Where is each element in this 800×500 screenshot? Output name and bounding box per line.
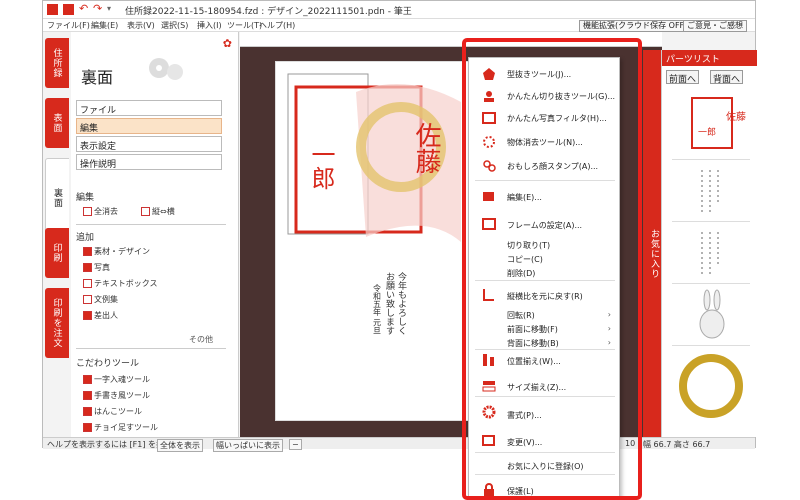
sample-text-icon xyxy=(83,295,92,304)
menu-select[interactable]: 選択(S) xyxy=(161,20,188,31)
add-sender-button[interactable]: 差出人 xyxy=(83,310,118,321)
svg-text:佐藤: 佐藤 xyxy=(411,122,441,174)
menu-edit[interactable]: 編集(E) xyxy=(91,20,118,31)
brush-icon xyxy=(83,375,92,384)
fit-width-button[interactable]: 幅いっぱいに表示 xyxy=(213,439,283,452)
svg-text:佐藤: 佐藤 xyxy=(726,111,746,123)
title-bar: ↶ ↷ ▾ 住所録2022-11-15-180954.fzd : デザイン_20… xyxy=(43,1,755,19)
pen-icon xyxy=(83,391,92,400)
stamp-icon xyxy=(83,407,92,416)
section-add-label: 追加 xyxy=(76,233,95,243)
photo-icon xyxy=(83,263,92,272)
parts-thumb-text-1[interactable] xyxy=(672,162,750,222)
orientation-icon xyxy=(141,207,150,216)
menu-file[interactable]: ファイル(F) xyxy=(47,20,90,31)
document-icon xyxy=(83,207,92,216)
postcard-canvas[interactable]: 佐藤 一郎 今年もよろしく お願い致します 令和五年 元旦 xyxy=(275,61,470,421)
parts-list-panel: パーツリスト 前面へ 背面へ 佐藤 一郎 xyxy=(661,50,757,437)
add-sample-text-button[interactable]: 文例集 xyxy=(83,294,118,305)
menu-help[interactable]: ヘルプ(H) xyxy=(259,20,295,31)
favorites-tab[interactable]: お気に入り xyxy=(643,50,661,437)
app-icon xyxy=(47,4,58,15)
parts-thumb-rabbit[interactable] xyxy=(672,286,750,346)
window-title: 住所録2022-11-15-180954.fzd : デザイン_20221115… xyxy=(125,7,412,17)
divider xyxy=(76,224,226,225)
add-photo-button[interactable]: 写真 xyxy=(83,262,110,273)
settings-gear-icon[interactable]: ✿ xyxy=(223,37,232,50)
text-icon xyxy=(83,279,92,288)
menu-view[interactable]: 表示(V) xyxy=(127,20,155,31)
material-icon xyxy=(83,247,92,256)
bring-front-button[interactable]: 前面へ xyxy=(666,70,700,85)
tab-back[interactable]: 裏面 xyxy=(45,158,69,238)
svg-text:お願い致します: お願い致します xyxy=(384,272,395,335)
rotate-orientation-button[interactable]: 縦⇔横 xyxy=(141,206,175,217)
panel-item-file[interactable]: ファイル xyxy=(76,100,222,116)
status-bar: ヘルプを表示するには [F1] を押して 全体を表示 幅いっぱいに表示 − 10… xyxy=(43,437,755,452)
tool-stamp-button[interactable]: はんこツール xyxy=(83,406,142,417)
feedback-button[interactable]: ご意見・ご感想 xyxy=(683,20,747,32)
save-icon[interactable] xyxy=(63,4,74,15)
seal-thumb-icon: 佐藤 一郎 xyxy=(691,97,746,149)
quick-menu-icon[interactable]: ▾ xyxy=(107,4,118,15)
extension-button[interactable]: 機能拡張(クラウド保存 OFF) xyxy=(579,20,692,32)
vertical-text-thumb-icon xyxy=(701,232,719,274)
flower-decoration-icon xyxy=(149,58,183,80)
tool-handwriting-button[interactable]: 手書き風ツール xyxy=(83,390,150,401)
add-tool-icon xyxy=(83,423,92,432)
gold-circle-icon xyxy=(679,354,743,418)
parts-thumb-seal[interactable]: 佐藤 一郎 xyxy=(672,90,750,160)
tool-single-char-button[interactable]: 一字入魂ツール xyxy=(83,374,150,385)
section-tools-label: こだわりツール xyxy=(76,359,140,369)
zoom-out-button[interactable]: − xyxy=(289,439,302,450)
menu-tools[interactable]: ツール(T) xyxy=(227,20,262,31)
panel-item-display[interactable]: 表示設定 xyxy=(76,136,222,152)
send-back-button[interactable]: 背面へ xyxy=(710,70,744,85)
tab-print[interactable]: 印刷 xyxy=(45,228,69,278)
rabbit-icon xyxy=(699,289,725,339)
section-edit-label: 編集 xyxy=(76,193,95,203)
svg-text:令和五年 元旦: 令和五年 元旦 xyxy=(373,283,382,335)
tab-order-print[interactable]: 印刷を注文 xyxy=(45,288,69,358)
parts-thumb-gold-circle[interactable] xyxy=(672,348,750,428)
clear-all-button[interactable]: 全消去 xyxy=(83,206,118,217)
divider xyxy=(76,348,226,349)
add-textbox-button[interactable]: テキストボックス xyxy=(83,278,158,289)
add-material-button[interactable]: 素材・デザイン xyxy=(83,246,150,257)
tab-front[interactable]: 表面 xyxy=(45,98,69,148)
parts-list-header: パーツリスト xyxy=(662,50,757,66)
tab-address-book[interactable]: 住所録 xyxy=(45,38,69,88)
panel-item-edit[interactable]: 編集 xyxy=(76,118,222,134)
tool-add-button[interactable]: チョイ足すツール xyxy=(83,422,158,433)
redo-icon[interactable]: ↷ xyxy=(93,3,104,15)
panel-item-help[interactable]: 操作説明 xyxy=(76,154,222,170)
svg-text:今年もよろしく: 今年もよろしく xyxy=(396,271,407,335)
postcard-design: 佐藤 一郎 今年もよろしく お願い致します 令和五年 元旦 xyxy=(287,73,461,335)
left-tabs: 住所録 表面 裏面 印刷 印刷を注文 xyxy=(43,32,71,437)
svg-text:一郎: 一郎 xyxy=(698,126,716,138)
show-all-button[interactable]: 全体を表示 xyxy=(157,439,203,452)
highlight-box xyxy=(462,38,642,500)
side-panel: ✿ 裏面 ファイル 編集 表示設定 操作説明 編集 全消去 縦⇔横 追加 素材・… xyxy=(71,32,262,437)
vertical-text-thumb-icon xyxy=(701,170,719,212)
svg-text:一郎: 一郎 xyxy=(307,142,335,190)
panel-title: 裏面 xyxy=(81,68,114,87)
sender-icon xyxy=(83,311,92,320)
menu-insert[interactable]: 挿入(I) xyxy=(197,20,222,31)
undo-icon[interactable]: ↶ xyxy=(79,3,90,15)
other-link[interactable]: その他 xyxy=(189,334,213,345)
size-readout: 幅 66.7 高さ 66.7 xyxy=(643,440,711,449)
parts-thumb-text-2[interactable] xyxy=(672,224,750,284)
